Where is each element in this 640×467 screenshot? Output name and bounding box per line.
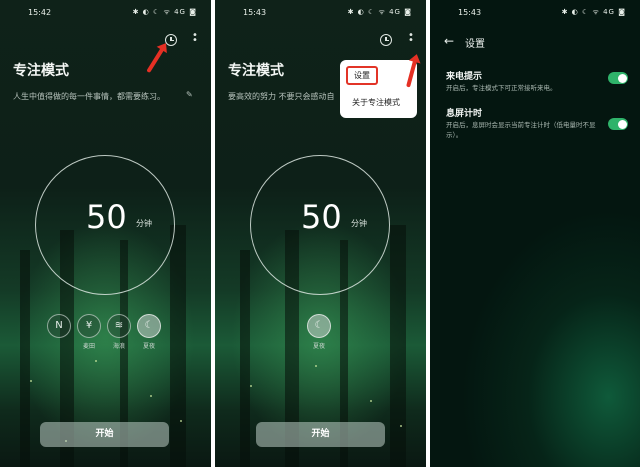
- status-icons: ✱ ◐ ☾ ᯤ 4G ◙: [561, 8, 626, 16]
- sound-option-waves[interactable]: ≋ 海浪: [107, 314, 131, 350]
- setting-title-screen-off-timer: 息屏计时: [446, 109, 483, 119]
- sound-option-summer-night[interactable]: ☾ 夏夜: [137, 314, 161, 350]
- page-title: 设置: [465, 39, 485, 50]
- wheat-icon: ¥: [77, 314, 101, 338]
- sound-label-summer-night: 夏夜: [312, 343, 325, 350]
- sound-option-none[interactable]: N: [47, 314, 71, 341]
- sound-label-summer-night: 夏夜: [142, 343, 155, 350]
- status-bar: 15:42 ✱ ◐ ☾ ᯤ 4G ◙: [0, 6, 211, 20]
- status-icons: ✱ ◐ ☾ ᯤ 4G ◙: [347, 8, 412, 16]
- timer-value: 50: [301, 198, 342, 236]
- page-title: 专注模式: [228, 63, 284, 79]
- start-button[interactable]: 开始: [256, 422, 385, 447]
- moon-icon: ☾: [137, 314, 161, 338]
- sound-option-summer-night[interactable]: ☾ 夏夜: [307, 314, 331, 350]
- toggle-screen-off-timer[interactable]: [608, 118, 628, 130]
- more-options-icon[interactable]: • •: [192, 31, 198, 46]
- timer-unit: 分钟: [351, 219, 367, 228]
- status-time: 15:43: [243, 8, 267, 17]
- sound-label-wheat: 麦田: [82, 343, 95, 350]
- sound-option-wheat[interactable]: ¥ 麦田: [77, 314, 101, 350]
- edit-icon[interactable]: ✎: [186, 90, 193, 99]
- timer-value: 50: [86, 198, 127, 236]
- screen-settings: 15:43 ✱ ◐ ☾ ᯤ 4G ◙ ← 设置 来电提示 开启后，专注模式下可正…: [430, 0, 640, 467]
- timer-history-icon[interactable]: [380, 34, 392, 46]
- page-title: 专注模式: [13, 63, 69, 79]
- status-time: 15:42: [28, 8, 52, 17]
- moon-icon: ☾: [307, 314, 331, 338]
- sound-none-icon: N: [47, 314, 71, 338]
- timer-dial[interactable]: 50 分钟: [35, 155, 175, 295]
- setting-title-call-alert: 来电提示: [446, 72, 483, 82]
- back-arrow-icon[interactable]: ←: [444, 34, 454, 48]
- menu-item-settings[interactable]: 设置: [346, 66, 378, 85]
- status-icons: ✱ ◐ ☾ ᯤ 4G ◙: [132, 8, 197, 16]
- menu-item-about[interactable]: 关于专注模式: [352, 97, 400, 108]
- screen-focus-mode-menu: 15:43 ✱ ◐ ☾ ᯤ 4G ◙ • • 专注模式 要高效的努力 不要只会感动…: [215, 0, 426, 467]
- waves-icon: ≋: [107, 314, 131, 338]
- status-bar: 15:43 ✱ ◐ ☾ ᯤ 4G ◙: [215, 6, 426, 20]
- sound-label-waves: 海浪: [112, 343, 125, 350]
- toggle-call-alert[interactable]: [608, 72, 628, 84]
- start-button[interactable]: 开始: [40, 422, 169, 447]
- more-options-icon[interactable]: • •: [408, 31, 414, 46]
- motto-text: 要高效的努力 不要只会感动自: [228, 92, 335, 101]
- timer-dial[interactable]: 50 分钟: [250, 155, 390, 295]
- motto-text: 人生中值得做的每一件事情，都需要练习。: [13, 92, 165, 101]
- setting-desc-screen-off-timer: 开启后，息屏时会显示当前专注计时（低电量时不显示）。: [446, 121, 596, 139]
- timer-unit: 分钟: [136, 219, 152, 228]
- setting-desc-call-alert: 开启后，专注模式下可正常接听来电。: [446, 84, 557, 92]
- status-time: 15:43: [458, 8, 482, 17]
- overflow-menu: 设置 关于专注模式: [340, 60, 417, 118]
- screen-focus-mode: 15:42 ✱ ◐ ☾ ᯤ 4G ◙ • • 专注模式 人生中值得做的每一件事情，…: [0, 0, 211, 467]
- status-bar: 15:43 ✱ ◐ ☾ ᯤ 4G ◙: [430, 6, 640, 20]
